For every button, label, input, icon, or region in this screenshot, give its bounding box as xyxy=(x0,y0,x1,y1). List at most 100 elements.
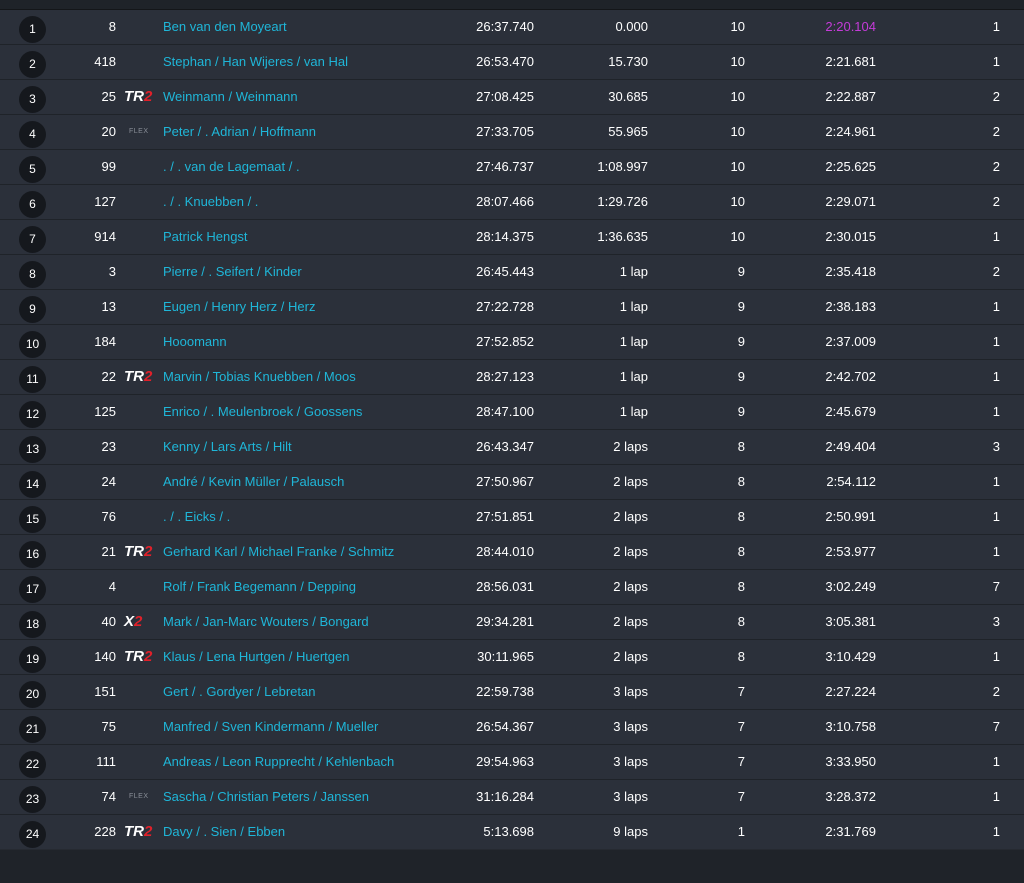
best-lap-time: 3:02.249 xyxy=(825,579,876,594)
position-badge: 17 xyxy=(19,576,46,603)
driver-link[interactable]: . / . Knuebben / . xyxy=(163,185,258,219)
driver-link[interactable]: Hooomann xyxy=(163,325,227,359)
table-row: 5 99 . / . van de Lagemaat / . 27:46.737 1:0… xyxy=(0,150,1024,184)
gap-to-leader: 1 lap xyxy=(619,334,648,349)
gap-to-leader: 2 laps xyxy=(613,579,648,594)
best-lap-time: 3:10.429 xyxy=(825,649,876,664)
gap-to-leader: 3 laps xyxy=(613,684,648,699)
total-time: 27:33.705 xyxy=(476,124,534,139)
total-time: 26:54.367 xyxy=(476,719,534,734)
table-row: 8 3 Pierre / . Seifert / Kinder 26:45.443 1 … xyxy=(0,255,1024,289)
class-logo-tr2: TR2 xyxy=(124,823,153,840)
table-row: 19 140 TR2 Klaus / Lena Hurtgen / Huertgen 3… xyxy=(0,640,1024,674)
position-badge: 8 xyxy=(19,261,46,288)
car-number: 228 xyxy=(94,824,116,839)
best-lap-time: 2:49.404 xyxy=(825,439,876,454)
driver-link[interactable]: Andreas / Leon Rupprecht / Kehlenbach xyxy=(163,745,394,779)
position-badge: 13 xyxy=(19,436,46,463)
best-lap-time: 3:05.381 xyxy=(825,614,876,629)
driver-link[interactable]: Enrico / . Meulenbroek / Goossens xyxy=(163,395,362,429)
position-badge: 10 xyxy=(19,331,46,358)
driver-link[interactable]: Stephan / Han Wijeres / van Hal xyxy=(163,45,348,79)
class-badge-flex: FLEX xyxy=(129,128,149,135)
lap-count: 8 xyxy=(737,439,745,454)
gap-to-leader: 0.000 xyxy=(615,19,648,34)
driver-link[interactable]: Ben van den Moyeart xyxy=(163,10,287,44)
driver-link[interactable]: André / Kevin Müller / Palausch xyxy=(163,465,344,499)
driver-link[interactable]: . / . Eicks / . xyxy=(163,500,230,534)
pit-stops: 2 xyxy=(992,264,1000,279)
results-table: 1 8 Ben van den Moyeart 26:37.740 0.000 10 2:2… xyxy=(0,10,1024,850)
best-lap-time: 2:35.418 xyxy=(825,264,876,279)
total-time: 29:34.281 xyxy=(476,614,534,629)
driver-link[interactable]: Rolf / Frank Begemann / Depping xyxy=(163,570,356,604)
total-time: 26:53.470 xyxy=(476,54,534,69)
driver-link[interactable]: Marvin / Tobias Knuebben / Moos xyxy=(163,360,356,394)
best-lap-time: 2:53.977 xyxy=(825,544,876,559)
position-badge: 14 xyxy=(19,471,46,498)
pit-stops: 2 xyxy=(992,194,1000,209)
table-row: 3 25 TR2 Weinmann / Weinmann 27:08.425 30.685… xyxy=(0,80,1024,114)
car-number: 140 xyxy=(94,649,116,664)
pit-stops: 1 xyxy=(992,649,1000,664)
car-number: 914 xyxy=(94,229,116,244)
lap-count: 9 xyxy=(737,369,745,384)
lap-count: 10 xyxy=(730,159,745,174)
pit-stops: 1 xyxy=(992,54,1000,69)
table-row: 6 127 . / . Knuebben / . 28:07.466 1:29.726 1… xyxy=(0,185,1024,219)
driver-link[interactable]: Kenny / Lars Arts / Hilt xyxy=(163,430,292,464)
pit-stops: 1 xyxy=(992,544,1000,559)
car-number: 24 xyxy=(101,474,116,489)
driver-link[interactable]: Davy / . Sien / Ebben xyxy=(163,815,285,849)
driver-link[interactable]: Sascha / Christian Peters / Janssen xyxy=(163,780,369,814)
gap-to-leader: 1:36.635 xyxy=(597,229,648,244)
total-time: 28:14.375 xyxy=(476,229,534,244)
table-row: 22 111 Andreas / Leon Rupprecht / Kehlenba… xyxy=(0,745,1024,779)
driver-link[interactable]: Pierre / . Seifert / Kinder xyxy=(163,255,302,289)
pit-stops: 7 xyxy=(992,719,1000,734)
car-number: 99 xyxy=(101,159,116,174)
best-lap-time: 2:50.991 xyxy=(825,509,876,524)
driver-link[interactable]: Eugen / Henry Herz / Herz xyxy=(163,290,315,324)
best-lap-time: 3:33.950 xyxy=(825,754,876,769)
table-row: 17 4 Rolf / Frank Begemann / Depping 28:56.… xyxy=(0,570,1024,604)
lap-count: 10 xyxy=(730,19,745,34)
driver-link[interactable]: Gerhard Karl / Michael Franke / Schmitz xyxy=(163,535,394,569)
lap-count: 8 xyxy=(737,474,745,489)
position-badge: 9 xyxy=(19,296,46,323)
car-number: 21 xyxy=(101,544,116,559)
driver-link[interactable]: Weinmann / Weinmann xyxy=(163,80,298,114)
best-lap-time: 2:42.702 xyxy=(825,369,876,384)
driver-link[interactable]: Gert / . Gordyer / Lebretan xyxy=(163,675,315,709)
gap-to-leader: 2 laps xyxy=(613,614,648,629)
car-number: 75 xyxy=(101,719,116,734)
driver-link[interactable]: . / . van de Lagemaat / . xyxy=(163,150,300,184)
driver-link[interactable]: Klaus / Lena Hurtgen / Huertgen xyxy=(163,640,349,674)
lap-count: 9 xyxy=(737,334,745,349)
lap-count: 10 xyxy=(730,194,745,209)
total-time: 30:11.965 xyxy=(477,649,534,664)
lap-count: 7 xyxy=(737,789,745,804)
table-row: 16 21 TR2 Gerhard Karl / Michael Franke / S… xyxy=(0,535,1024,569)
top-bar xyxy=(0,0,1024,10)
total-time: 27:52.852 xyxy=(476,334,534,349)
table-row: 9 13 Eugen / Henry Herz / Herz 27:22.728 1 l… xyxy=(0,290,1024,324)
class-logo-tr2: TR2 xyxy=(124,88,153,105)
pit-stops: 1 xyxy=(992,19,1000,34)
class-logo-tr2: TR2 xyxy=(124,368,153,385)
driver-link[interactable]: Patrick Hengst xyxy=(163,220,248,254)
car-number: 4 xyxy=(108,579,116,594)
pit-stops: 2 xyxy=(992,159,1000,174)
pit-stops: 1 xyxy=(992,404,1000,419)
gap-to-leader: 2 laps xyxy=(613,474,648,489)
driver-link[interactable]: Manfred / Sven Kindermann / Mueller xyxy=(163,710,378,744)
class-logo-tr2: TR2 xyxy=(124,648,153,665)
total-time: 26:45.443 xyxy=(476,264,534,279)
driver-link[interactable]: Peter / . Adrian / Hoffmann xyxy=(163,115,316,149)
table-row: 18 40 X2 Mark / Jan-Marc Wouters / Bongard 2… xyxy=(0,605,1024,639)
total-time: 28:47.100 xyxy=(476,404,534,419)
driver-link[interactable]: Mark / Jan-Marc Wouters / Bongard xyxy=(163,605,369,639)
gap-to-leader: 2 laps xyxy=(613,439,648,454)
car-number: 23 xyxy=(101,439,116,454)
total-time: 22:59.738 xyxy=(476,684,534,699)
